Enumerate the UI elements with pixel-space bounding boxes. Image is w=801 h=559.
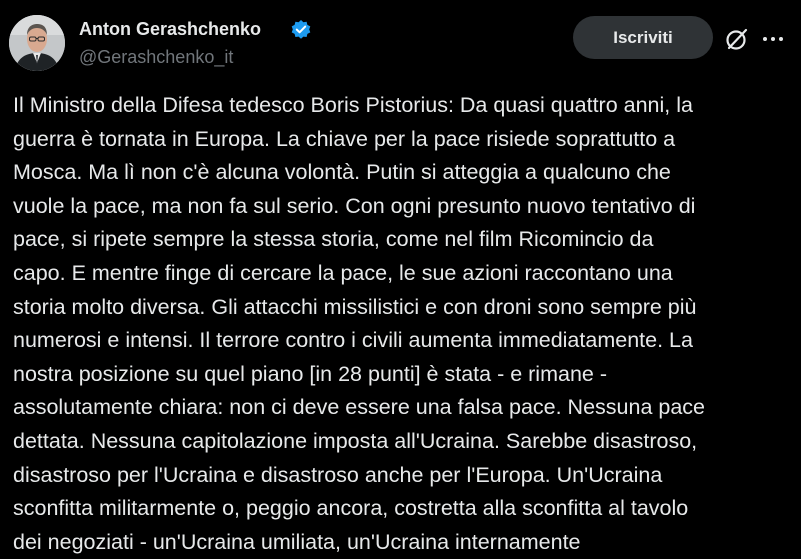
tweet-text-line: disastroso per l'Ucraina e disastroso an… [13, 462, 663, 487]
tweet-text-line: sconfitta militarmente o, peggio ancora,… [13, 496, 689, 521]
avatar-image [9, 15, 65, 71]
tweet-text-line: dettata. Nessuna capitolazione imposta a… [13, 428, 698, 453]
tweet-text-line: Mosca. Ma lì non c'è alcuna volontà. Put… [13, 160, 671, 185]
author-handle[interactable]: @Gerashchenko_it [79, 45, 233, 69]
tweet-text-line: assolutamente chiara: non ci deve essere… [13, 395, 706, 420]
grok-icon[interactable] [724, 26, 750, 52]
tweet-text-line: dei negoziati - un'Ucraina umiliata, un'… [13, 529, 581, 554]
tweet-text-line: vuole la pace, ma non fa sul serio. Con … [13, 193, 696, 218]
tweet-text-line: Il Ministro della Difesa tedesco Boris P… [13, 93, 693, 117]
more-icon[interactable] [762, 36, 784, 42]
tweet-text-line: numerosi e intensi. Il terrore contro i … [13, 328, 693, 353]
tweet-text-line: pace, si ripete sempre la stessa storia,… [13, 227, 654, 252]
tweet-text: Il Ministro della Difesa tedesco Boris P… [13, 89, 793, 559]
subscribe-button[interactable]: Iscriviti [573, 16, 713, 59]
tweet-text-line: storia molto diversa. Gli attacchi missi… [13, 294, 697, 319]
avatar[interactable] [9, 15, 65, 71]
author-name[interactable]: Anton Gerashchenko [79, 17, 261, 41]
tweet-text-line: guerra è tornata in Europa. La chiave pe… [13, 126, 676, 151]
tweet-text-line: capo. E mentre finge di cercare la pace,… [13, 260, 673, 285]
verified-badge-icon [291, 20, 311, 39]
tweet-text-line: nostra posizione su quel piano [in 28 pu… [13, 361, 607, 386]
